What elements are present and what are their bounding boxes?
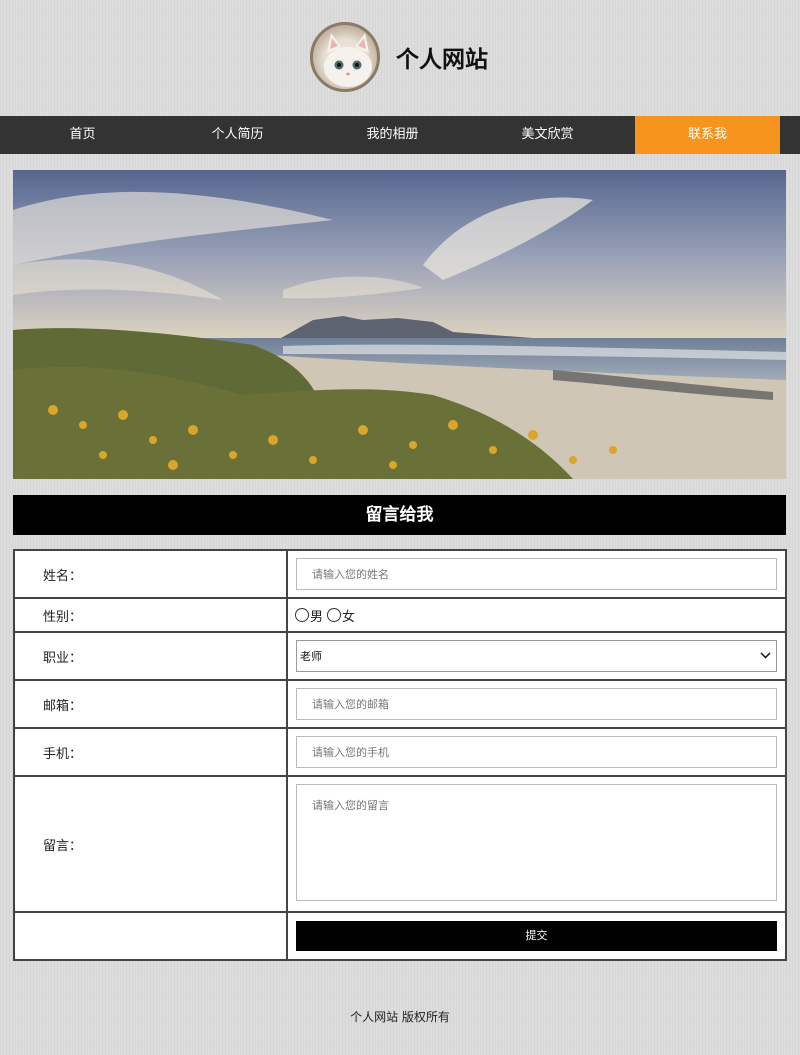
- chevron-down-icon: [760, 648, 771, 659]
- gender-radio-female[interactable]: [327, 608, 342, 622]
- phone-label: 手机：: [13, 727, 288, 777]
- name-field-cell: [286, 549, 787, 599]
- page-header: 个人网站: [0, 0, 800, 116]
- site-title: 个人网站: [396, 47, 488, 73]
- gender-field-cell: 男 女: [286, 597, 787, 633]
- gender-radio-male[interactable]: [295, 608, 309, 622]
- avatar: [310, 22, 380, 92]
- beach-landscape-image: [13, 170, 786, 479]
- message-field-cell: [286, 775, 787, 913]
- job-selected-value: 老师: [300, 650, 322, 663]
- submit-field-cell: 提交: [286, 911, 787, 961]
- banner-image: [13, 170, 786, 479]
- job-field-cell: 老师: [286, 631, 787, 681]
- form-row-email: 邮箱：: [13, 679, 787, 729]
- job-select[interactable]: 老师: [296, 640, 777, 672]
- section-title: 留言给我: [13, 495, 786, 535]
- nav-item-home[interactable]: 首页: [5, 116, 160, 154]
- form-row-submit: 提交: [13, 911, 787, 961]
- gender-radio-group: 男 女: [295, 606, 777, 625]
- cat-avatar-image: [324, 33, 372, 87]
- form-row-name: 姓名：: [13, 549, 787, 599]
- contact-form: 姓名： 性别： 男 女 职业： 老师 邮箱： 手机：: [13, 549, 787, 961]
- nav-item-album[interactable]: 我的相册: [315, 116, 470, 154]
- email-input[interactable]: [296, 688, 777, 720]
- name-label: 姓名：: [13, 549, 288, 599]
- phone-field-cell: [286, 727, 787, 777]
- form-row-phone: 手机：: [13, 727, 787, 777]
- main-nav: 首页 个人简历 我的相册 美文欣赏 联系我: [0, 116, 800, 154]
- gender-label: 性别：: [13, 597, 288, 633]
- form-row-message: 留言：: [13, 775, 787, 913]
- job-label: 职业：: [13, 631, 288, 681]
- email-label: 邮箱：: [13, 679, 288, 729]
- phone-input[interactable]: [296, 736, 777, 768]
- name-input[interactable]: [296, 558, 777, 590]
- form-row-job: 职业： 老师: [13, 631, 787, 681]
- email-field-cell: [286, 679, 787, 729]
- message-textarea[interactable]: [296, 783, 777, 901]
- nav-item-resume[interactable]: 个人简历: [160, 116, 315, 154]
- gender-option-male: 男: [310, 609, 324, 625]
- footer-copyright: 个人网站 版权所有: [350, 1010, 450, 1024]
- nav-item-articles[interactable]: 美文欣赏: [470, 116, 625, 154]
- submit-button[interactable]: 提交: [296, 921, 777, 951]
- gender-option-female: 女: [342, 609, 356, 625]
- submit-label-cell: [13, 911, 288, 961]
- message-label: 留言：: [13, 775, 288, 913]
- form-row-gender: 性别： 男 女: [13, 597, 787, 633]
- nav-item-contact[interactable]: 联系我: [635, 116, 780, 154]
